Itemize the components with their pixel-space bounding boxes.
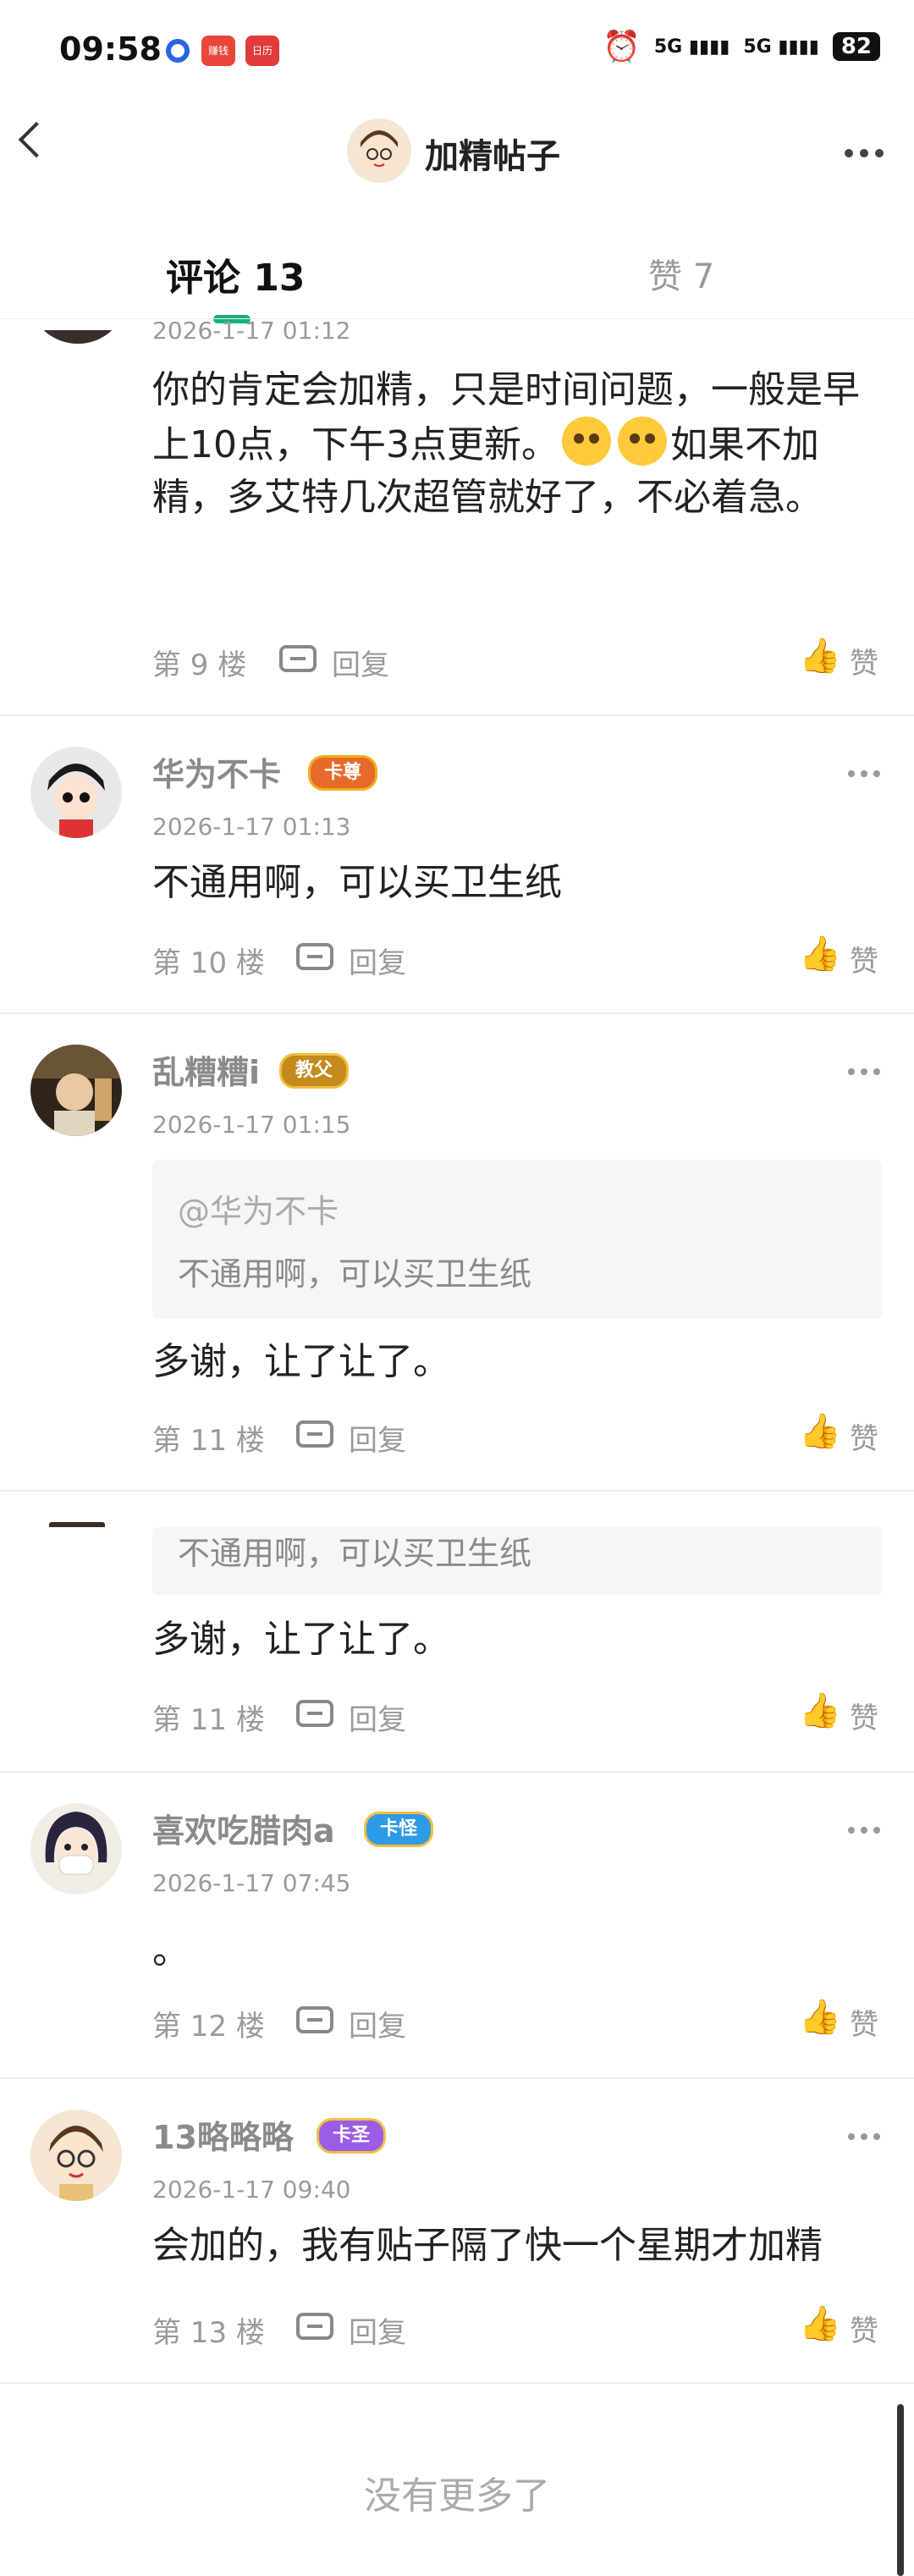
reply-icon[interactable] (296, 2006, 333, 2033)
more-icon[interactable] (848, 770, 880, 777)
scrollbar[interactable] (897, 2404, 904, 2576)
reply-button[interactable]: 回复 (349, 1696, 406, 1738)
like-button[interactable]: 赞 (850, 640, 878, 681)
floor-number: 第 13 楼 (152, 2316, 265, 2350)
avatar[interactable] (347, 119, 411, 183)
post-text: 会加的，我有贴子隔了快一个星期才加精 (152, 2224, 823, 2267)
thumbs-up-icon[interactable]: 👍 (799, 1412, 841, 1451)
post-text: 不通用啊，可以买卫生纸 (152, 861, 562, 904)
more-options-icon[interactable] (845, 149, 884, 157)
quote-username: @华为不卡 (178, 1193, 339, 1230)
page-title: 加精帖子 (425, 137, 560, 176)
divider (0, 714, 914, 716)
thumbs-up-icon[interactable]: 👍 (799, 935, 841, 974)
username[interactable]: 13略略略 (152, 2111, 294, 2158)
divider (0, 2382, 914, 2384)
thumbs-up-icon[interactable]: 👍 (799, 637, 841, 676)
avatar[interactable] (49, 1522, 105, 1527)
divider (0, 1490, 914, 1492)
like-button[interactable]: 赞 (850, 2308, 878, 2349)
avatar[interactable] (30, 1803, 122, 1895)
thumbs-up-icon[interactable]: 👍 (799, 1998, 841, 2037)
thumbs-up-icon[interactable]: 👍 (799, 2304, 841, 2343)
post-time: 2026-1-17 01:12 (152, 317, 351, 345)
alarm-icon: ⏰ (603, 30, 641, 64)
quote-text: 不通用啊，可以买卫生纸 (178, 1255, 532, 1293)
app-notification-icon: 赚钱 (201, 36, 235, 66)
quoted-comment[interactable]: 不通用啊，可以买卫生纸 (152, 1527, 882, 1595)
reply-icon[interactable] (296, 2313, 333, 2340)
more-icon[interactable] (848, 1827, 880, 1834)
notification-app-icon (166, 39, 190, 63)
reply-icon[interactable] (296, 1700, 333, 1727)
post-time: 2026-1-17 01:13 (152, 813, 351, 841)
avatar[interactable] (32, 330, 124, 344)
divider (0, 2077, 914, 2079)
thumbs-up-icon[interactable]: 👍 (799, 1691, 841, 1730)
tab-comments[interactable]: 评论 13 (166, 247, 306, 301)
post-text: 。 (152, 1929, 190, 1972)
signal-icon-1: 5G ▮▮▮▮ (653, 36, 730, 58)
username[interactable]: 华为不卡 (152, 748, 281, 795)
floor-number: 第 12 楼 (152, 2010, 265, 2044)
signal-icon-2: 5G ▮▮▮▮ (743, 36, 819, 58)
reply-button[interactable]: 回复 (349, 2003, 406, 2044)
floor-number: 第 11 楼 (152, 1424, 265, 1458)
post-time: 2026-1-17 07:45 (152, 1869, 351, 1897)
post-text: 多谢，让了让了。 (152, 1340, 450, 1383)
like-button[interactable]: 赞 (850, 1695, 878, 1736)
post-time: 2026-1-17 01:15 (152, 1111, 351, 1139)
no-more-text: 没有更多了 (364, 2474, 550, 2518)
emoji-icon (561, 416, 611, 466)
user-badge: 卡圣 (317, 2118, 387, 2154)
post-text: 多谢，让了让了。 (152, 1618, 450, 1661)
reply-button[interactable]: 回复 (349, 2309, 406, 2351)
username[interactable]: 喜欢吃腊肉a (152, 1805, 335, 1851)
quote-text: 不通用啊，可以买卫生纸 (178, 1535, 532, 1572)
reply-button[interactable]: 回复 (332, 642, 389, 683)
like-button[interactable]: 赞 (850, 2001, 878, 2043)
user-badge: 教父 (279, 1053, 350, 1089)
tab-likes[interactable]: 赞 7 (648, 249, 714, 298)
status-indicators: ⏰ 5G ▮▮▮▮ 5G ▮▮▮▮ 82 (603, 29, 880, 64)
user-badge: 卡怪 (364, 1812, 434, 1847)
reply-icon[interactable] (296, 943, 333, 970)
post-text: 你的肯定会加精，只是时间问题，一般是早上10点，下午3点更新。 如果不加精，多艾特… (152, 368, 860, 519)
like-button[interactable]: 赞 (850, 1415, 878, 1457)
floor-number: 第 10 楼 (152, 946, 265, 980)
tabs-divider (0, 318, 914, 319)
quoted-comment[interactable]: @华为不卡 不通用啊，可以买卫生纸 (152, 1160, 882, 1319)
user-badge: 卡尊 (308, 755, 378, 791)
reply-icon[interactable] (279, 645, 317, 672)
floor-number: 第 9 楼 (152, 648, 247, 682)
avatar[interactable] (30, 2110, 122, 2201)
divider (0, 1012, 914, 1014)
more-icon[interactable] (848, 1068, 880, 1075)
calendar-notification-icon: 日历 (245, 36, 279, 66)
like-button[interactable]: 赞 (850, 938, 878, 979)
reply-icon[interactable] (296, 1420, 333, 1448)
emoji-icon (617, 416, 667, 466)
floor-number: 第 11 楼 (152, 1703, 265, 1737)
more-icon[interactable] (848, 2133, 880, 2140)
divider (0, 1771, 914, 1773)
avatar[interactable] (30, 747, 122, 838)
battery-indicator: 82 (832, 32, 880, 61)
status-time: 09:58 (59, 30, 162, 68)
username[interactable]: 乱糟糟i (152, 1046, 260, 1093)
back-icon[interactable] (18, 121, 55, 158)
post-time: 2026-1-17 09:40 (152, 2176, 351, 2204)
reply-button[interactable]: 回复 (349, 940, 406, 981)
avatar[interactable] (30, 1045, 122, 1136)
reply-button[interactable]: 回复 (349, 1417, 406, 1459)
